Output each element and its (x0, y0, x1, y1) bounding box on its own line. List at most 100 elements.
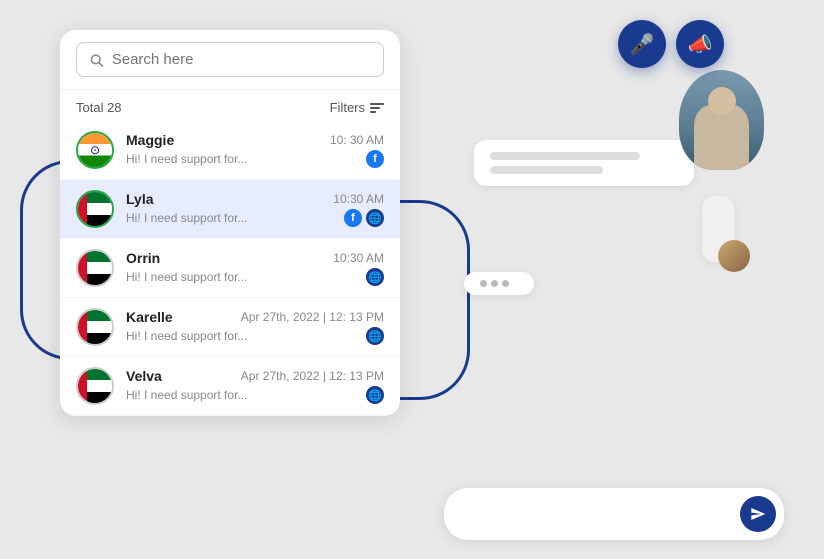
chat-bubble-incoming-1-wrapper (692, 196, 734, 262)
chat-bubble-outgoing-1 (474, 140, 694, 186)
flag-uae (78, 192, 112, 226)
flag-uae-red (78, 369, 87, 403)
microphone-button[interactable]: 🎤 (618, 20, 666, 68)
conv-top: Orrin 10:30 AM (126, 250, 384, 266)
chat-input-bar (444, 488, 784, 540)
conv-preview: Hi! I need support for... (126, 211, 247, 225)
speaker-button[interactable]: 📣 (676, 20, 724, 68)
conv-bottom: Hi! I need support for... f 🌐 (126, 209, 384, 227)
conv-top: Karelle Apr 27th, 2022 | 12: 13 PM (126, 309, 384, 325)
bubble-line (490, 152, 640, 160)
flag-uae-black (87, 392, 113, 403)
list-item[interactable]: Velva Apr 27th, 2022 | 12: 13 PM Hi! I n… (60, 357, 400, 416)
typing-indicator (464, 272, 534, 295)
search-wrapper (76, 42, 384, 77)
filter-bar-1 (370, 103, 384, 105)
conv-bottom: Hi! I need support for... 🌐 (126, 386, 384, 404)
flag-uae-black (87, 215, 113, 226)
flag-uae-stripes (87, 251, 113, 285)
scene: Total 28 Filters Maggie (0, 0, 824, 559)
conv-icons: f (366, 150, 384, 168)
conv-top: Velva Apr 27th, 2022 | 12: 13 PM (126, 368, 384, 384)
flag-uae-stripes (87, 369, 113, 403)
avatar (76, 131, 114, 169)
filter-bar-2 (370, 107, 380, 109)
list-item[interactable]: Lyla 10:30 AM Hi! I need support for... … (60, 180, 400, 239)
filters-button[interactable]: Filters (330, 100, 384, 115)
conv-name: Velva (126, 368, 162, 384)
conv-bottom: Hi! I need support for... 🌐 (126, 268, 384, 286)
conv-name: Maggie (126, 132, 174, 148)
send-icon (750, 506, 766, 522)
flag-uae-white (87, 262, 113, 273)
chat-panel: 🎤 📣 (444, 20, 784, 540)
flag-uae-black (87, 333, 113, 344)
typing-dot-1 (480, 280, 487, 287)
conv-top: Lyla 10:30 AM (126, 191, 384, 207)
list-item[interactable]: Orrin 10:30 AM Hi! I need support for...… (60, 239, 400, 298)
conv-time: Apr 27th, 2022 | 12: 13 PM (241, 310, 384, 324)
search-icon (89, 52, 104, 68)
avatar (76, 190, 114, 228)
search-input[interactable] (112, 51, 371, 68)
globe-icon: 🌐 (366, 386, 384, 404)
facebook-icon: f (344, 209, 362, 227)
avatar-small (718, 240, 750, 272)
list-header: Total 28 Filters (60, 90, 400, 121)
conv-bottom: Hi! I need support for... f (126, 150, 384, 168)
flag-india (78, 133, 112, 167)
typing-dot-2 (491, 280, 498, 287)
conv-preview: Hi! I need support for... (126, 270, 247, 284)
globe-icon: 🌐 (366, 268, 384, 286)
send-button[interactable] (740, 496, 776, 532)
flag-uae-black (87, 274, 113, 285)
conv-time: 10:30 AM (333, 251, 384, 265)
flag-uae-stripes (87, 310, 113, 344)
conv-name: Orrin (126, 250, 160, 266)
conv-content: Lyla 10:30 AM Hi! I need support for... … (126, 191, 384, 227)
chat-bubble-incoming-1 (702, 196, 734, 262)
chat-input[interactable] (460, 506, 732, 522)
filters-label: Filters (330, 100, 365, 115)
avatar (76, 367, 114, 405)
top-action-buttons: 🎤 📣 (618, 20, 724, 68)
conv-preview: Hi! I need support for... (126, 152, 247, 166)
conv-icons: f 🌐 (344, 209, 384, 227)
conv-preview: Hi! I need support for... (126, 388, 247, 402)
typing-dot-3 (502, 280, 509, 287)
conv-content: Velva Apr 27th, 2022 | 12: 13 PM Hi! I n… (126, 368, 384, 404)
conv-bottom: Hi! I need support for... 🌐 (126, 327, 384, 345)
person-photo (679, 70, 764, 170)
avatar-small-inner (718, 240, 750, 272)
avatar (76, 308, 114, 346)
facebook-icon: f (366, 150, 384, 168)
flag-uae-stripes (87, 192, 113, 226)
list-item[interactable]: Karelle Apr 27th, 2022 | 12: 13 PM Hi! I… (60, 298, 400, 357)
conv-icons: 🌐 (366, 268, 384, 286)
search-bar (60, 30, 400, 90)
globe-icon: 🌐 (366, 327, 384, 345)
filter-bar-3 (370, 111, 376, 113)
list-item[interactable]: Maggie 10: 30 AM Hi! I need support for.… (60, 121, 400, 180)
flag-uae (78, 369, 112, 403)
flag-uae-green (87, 310, 113, 321)
flag-uae-white (87, 203, 113, 214)
flag-uae-green (87, 192, 113, 203)
conversation-list: Maggie 10: 30 AM Hi! I need support for.… (60, 121, 400, 416)
conversation-list-panel: Total 28 Filters Maggie (60, 30, 400, 416)
flag-uae-red (78, 251, 87, 285)
avatar (76, 249, 114, 287)
filter-icon (370, 103, 384, 113)
flag-uae (78, 310, 112, 344)
conv-content: Orrin 10:30 AM Hi! I need support for...… (126, 250, 384, 286)
flag-uae-white (87, 321, 113, 332)
conv-time: 10: 30 AM (330, 133, 384, 147)
conv-icons: 🌐 (366, 327, 384, 345)
flag-uae-white (87, 380, 113, 391)
conv-time: Apr 27th, 2022 | 12: 13 PM (241, 369, 384, 383)
flag-uae-green (87, 251, 113, 262)
flag-uae-red (78, 192, 87, 226)
flag-uae-green (87, 369, 113, 380)
conv-content: Maggie 10: 30 AM Hi! I need support for.… (126, 132, 384, 168)
conv-content: Karelle Apr 27th, 2022 | 12: 13 PM Hi! I… (126, 309, 384, 345)
